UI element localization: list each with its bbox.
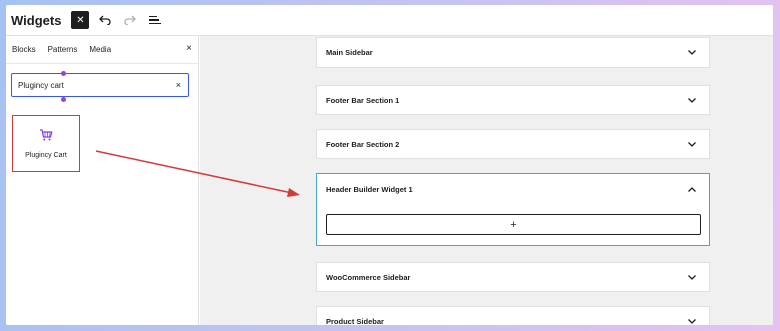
block-result-plugincy-cart[interactable]: Plugincy Cart bbox=[12, 115, 80, 172]
chevron-down-icon[interactable] bbox=[685, 46, 699, 60]
add-block-button[interactable]: + bbox=[326, 214, 701, 235]
chevron-down-icon[interactable] bbox=[685, 93, 699, 107]
widget-area-woocommerce-sidebar[interactable]: WooCommerce Sidebar bbox=[316, 262, 710, 292]
widget-area-title: WooCommerce Sidebar bbox=[326, 272, 411, 282]
chevron-down-icon[interactable] bbox=[685, 270, 699, 284]
list-view-icon[interactable] bbox=[146, 11, 164, 29]
block-search-input[interactable]: Plugincy cart × bbox=[11, 71, 189, 102]
widget-area-title: Main Sidebar bbox=[326, 48, 373, 57]
tab-patterns[interactable]: Patterns bbox=[42, 36, 84, 64]
redo-icon[interactable] bbox=[121, 11, 139, 29]
inserter-tabs: Blocks Patterns Media × bbox=[6, 36, 198, 64]
text-cursor-handle-bottom bbox=[61, 97, 66, 102]
clear-search-icon[interactable]: × bbox=[176, 80, 181, 90]
widget-area-header-builder-1[interactable]: Header Builder Widget 1 + bbox=[316, 173, 710, 246]
widget-area-header[interactable]: Header Builder Widget 1 bbox=[317, 174, 709, 204]
widget-area-main-sidebar[interactable]: Main Sidebar bbox=[316, 37, 710, 68]
block-inserter-panel: Blocks Patterns Media × Plugincy cart × … bbox=[6, 36, 199, 325]
widgets-editor-window: Widgets ✕ Blocks Patterns Media × Plugin… bbox=[6, 5, 773, 325]
search-input-value[interactable]: Plugincy cart bbox=[18, 81, 176, 90]
close-inserter-icon[interactable]: × bbox=[186, 43, 192, 54]
block-result-label: Plugincy Cart bbox=[25, 152, 67, 159]
chevron-up-icon[interactable] bbox=[685, 182, 699, 196]
widget-area-title: Footer Bar Section 1 bbox=[326, 95, 400, 105]
undo-icon[interactable] bbox=[96, 11, 114, 29]
text-cursor-handle-top bbox=[61, 71, 66, 76]
widget-area-product-sidebar[interactable]: Product Sidebar bbox=[316, 306, 710, 325]
page-title: Widgets bbox=[11, 12, 62, 28]
chevron-down-icon[interactable] bbox=[685, 137, 699, 151]
chevron-down-icon[interactable] bbox=[685, 314, 699, 325]
widget-area-footer-bar-2[interactable]: Footer Bar Section 2 bbox=[316, 129, 710, 159]
widget-areas-canvas: Main Sidebar Footer Bar Section 1 Footer… bbox=[200, 36, 773, 325]
widget-area-title: Header Builder Widget 1 bbox=[326, 184, 413, 194]
widget-area-footer-bar-1[interactable]: Footer Bar Section 1 bbox=[316, 85, 710, 115]
top-toolbar: Widgets ✕ bbox=[6, 5, 773, 36]
close-icon[interactable]: ✕ bbox=[71, 11, 90, 29]
tab-media[interactable]: Media bbox=[83, 36, 117, 64]
widget-area-title: Product Sidebar bbox=[326, 316, 384, 326]
widget-area-title: Footer Bar Section 2 bbox=[326, 139, 400, 149]
cart-icon bbox=[40, 129, 53, 141]
tab-blocks[interactable]: Blocks bbox=[6, 36, 42, 64]
